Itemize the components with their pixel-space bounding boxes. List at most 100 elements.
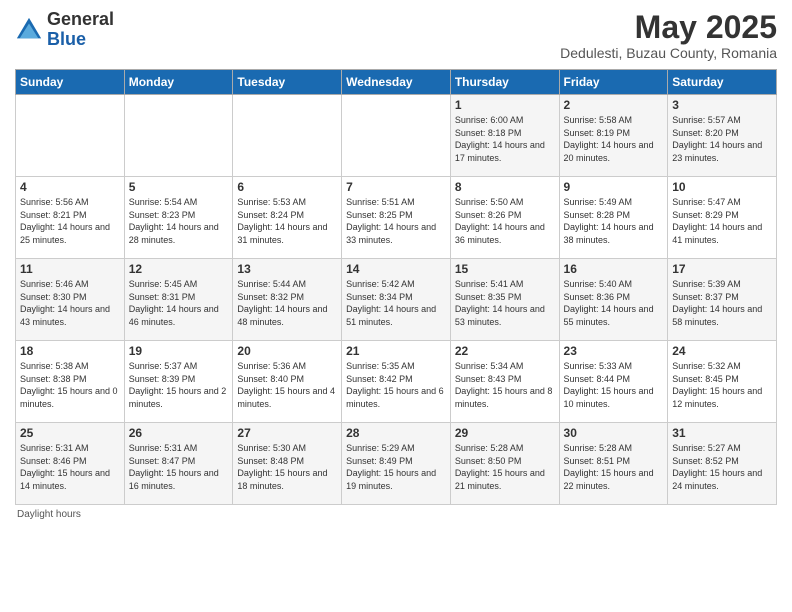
calendar-cell: 28Sunrise: 5:29 AM Sunset: 8:49 PM Dayli…: [342, 423, 451, 505]
calendar-cell: 26 Sunrise: 5:31 AM Sunset: 8:47 PM Dayli…: [124, 423, 233, 505]
day-info: Sunrise: 5:29 AM Sunset: 8:49 PM Dayligh…: [346, 442, 446, 492]
calendar-cell: 29 Sunrise: 5:28 AM Sunset: 8:50 PM Dayli…: [450, 423, 559, 505]
location-subtitle: Dedulesti, Buzau County, Romania: [560, 45, 777, 61]
calendar-cell: [16, 95, 125, 177]
calendar-cell: 4 Sunrise: 5:56 AM Sunset: 8:21 PM Daylig…: [16, 177, 125, 259]
day-number: 14: [346, 262, 446, 276]
calendar-cell: 9Sunrise: 5:49 AM Sunset: 8:28 PM Daylig…: [559, 177, 668, 259]
calendar-cell: 5Sunrise: 5:54 AM Sunset: 8:23 PM Daylig…: [124, 177, 233, 259]
calendar-cell: 31 Sunrise: 5:27 AM Sunset: 8:52 PM Dayli…: [668, 423, 777, 505]
day-info: Sunrise: 5:27 AM Sunset: 8:52 PM Dayligh…: [672, 442, 772, 492]
calendar-cell: 24 Sunrise: 5:32 AM Sunset: 8:45 PM Dayli…: [668, 341, 777, 423]
calendar-cell: 16 Sunrise: 5:40 AM Sunset: 8:36 PM Dayli…: [559, 259, 668, 341]
calendar-cell: 14 Sunrise: 5:42 AM Sunset: 8:34 PM Dayli…: [342, 259, 451, 341]
calendar-cell: 22Sunrise: 5:34 AM Sunset: 8:43 PM Dayli…: [450, 341, 559, 423]
day-header-sunday: Sunday: [16, 70, 125, 95]
calendar-cell: 15 Sunrise: 5:41 AM Sunset: 8:35 PM Dayli…: [450, 259, 559, 341]
day-number: 19: [129, 344, 229, 358]
day-number: 25: [20, 426, 120, 440]
day-info: Sunrise: 5:56 AM Sunset: 8:21 PM Dayligh…: [20, 196, 120, 246]
calendar-cell: 30Sunrise: 5:28 AM Sunset: 8:51 PM Dayli…: [559, 423, 668, 505]
header: General Blue May 2025 Dedulesti, Buzau C…: [15, 10, 777, 61]
day-info: Sunrise: 5:47 AM Sunset: 8:29 PM Dayligh…: [672, 196, 772, 246]
day-info: Sunrise: 5:44 AM Sunset: 8:32 PM Dayligh…: [237, 278, 337, 328]
calendar-cell: 19 Sunrise: 5:37 AM Sunset: 8:39 PM Dayli…: [124, 341, 233, 423]
calendar-cell: [124, 95, 233, 177]
day-header-monday: Monday: [124, 70, 233, 95]
calendar-cell: 7Sunrise: 5:51 AM Sunset: 8:25 PM Daylig…: [342, 177, 451, 259]
week-row-3: 11 Sunrise: 5:46 AM Sunset: 8:30 PM Dayli…: [16, 259, 777, 341]
day-header-wednesday: Wednesday: [342, 70, 451, 95]
day-info: Sunrise: 5:50 AM Sunset: 8:26 PM Dayligh…: [455, 196, 555, 246]
day-header-thursday: Thursday: [450, 70, 559, 95]
day-info: Sunrise: 6:00 AM Sunset: 8:18 PM Dayligh…: [455, 114, 555, 164]
logo: General Blue: [15, 10, 114, 50]
title-block: May 2025 Dedulesti, Buzau County, Romani…: [560, 10, 777, 61]
day-info: Sunrise: 5:45 AM Sunset: 8:31 PM Dayligh…: [129, 278, 229, 328]
calendar-cell: 11 Sunrise: 5:46 AM Sunset: 8:30 PM Dayli…: [16, 259, 125, 341]
day-info: Sunrise: 5:39 AM Sunset: 8:37 PM Dayligh…: [672, 278, 772, 328]
day-header-friday: Friday: [559, 70, 668, 95]
day-number: 6: [237, 180, 337, 194]
day-number: 21: [346, 344, 446, 358]
day-number: 15: [455, 262, 555, 276]
day-number: 1: [455, 98, 555, 112]
calendar-cell: 23Sunrise: 5:33 AM Sunset: 8:44 PM Dayli…: [559, 341, 668, 423]
calendar-cell: 1 Sunrise: 6:00 AM Sunset: 8:18 PM Daylig…: [450, 95, 559, 177]
day-info: Sunrise: 5:28 AM Sunset: 8:50 PM Dayligh…: [455, 442, 555, 492]
day-header-tuesday: Tuesday: [233, 70, 342, 95]
logo-general-text: General: [47, 9, 114, 29]
day-number: 31: [672, 426, 772, 440]
day-info: Sunrise: 5:34 AM Sunset: 8:43 PM Dayligh…: [455, 360, 555, 410]
day-info: Sunrise: 5:51 AM Sunset: 8:25 PM Dayligh…: [346, 196, 446, 246]
calendar-cell: 27Sunrise: 5:30 AM Sunset: 8:48 PM Dayli…: [233, 423, 342, 505]
calendar-table: SundayMondayTuesdayWednesdayThursdayFrid…: [15, 69, 777, 505]
day-info: Sunrise: 5:42 AM Sunset: 8:34 PM Dayligh…: [346, 278, 446, 328]
week-row-5: 25Sunrise: 5:31 AM Sunset: 8:46 PM Dayli…: [16, 423, 777, 505]
day-info: Sunrise: 5:58 AM Sunset: 8:19 PM Dayligh…: [564, 114, 664, 164]
week-row-2: 4 Sunrise: 5:56 AM Sunset: 8:21 PM Daylig…: [16, 177, 777, 259]
calendar-cell: 21 Sunrise: 5:35 AM Sunset: 8:42 PM Dayli…: [342, 341, 451, 423]
calendar-cell: 12 Sunrise: 5:45 AM Sunset: 8:31 PM Dayli…: [124, 259, 233, 341]
day-info: Sunrise: 5:54 AM Sunset: 8:23 PM Dayligh…: [129, 196, 229, 246]
day-info: Sunrise: 5:33 AM Sunset: 8:44 PM Dayligh…: [564, 360, 664, 410]
logo-blue-text: Blue: [47, 29, 86, 49]
calendar-cell: 3 Sunrise: 5:57 AM Sunset: 8:20 PM Daylig…: [668, 95, 777, 177]
day-info: Sunrise: 5:32 AM Sunset: 8:45 PM Dayligh…: [672, 360, 772, 410]
day-info: Sunrise: 5:49 AM Sunset: 8:28 PM Dayligh…: [564, 196, 664, 246]
day-number: 13: [237, 262, 337, 276]
day-number: 24: [672, 344, 772, 358]
calendar-cell: 17 Sunrise: 5:39 AM Sunset: 8:37 PM Dayli…: [668, 259, 777, 341]
day-number: 26: [129, 426, 229, 440]
day-info: Sunrise: 5:46 AM Sunset: 8:30 PM Dayligh…: [20, 278, 120, 328]
month-title: May 2025: [560, 10, 777, 45]
calendar-cell: 2 Sunrise: 5:58 AM Sunset: 8:19 PM Daylig…: [559, 95, 668, 177]
logo-text: General Blue: [47, 10, 114, 50]
calendar-cell: 6 Sunrise: 5:53 AM Sunset: 8:24 PM Daylig…: [233, 177, 342, 259]
day-info: Sunrise: 5:37 AM Sunset: 8:39 PM Dayligh…: [129, 360, 229, 410]
day-info: Sunrise: 5:38 AM Sunset: 8:38 PM Dayligh…: [20, 360, 120, 410]
day-number: 29: [455, 426, 555, 440]
day-number: 17: [672, 262, 772, 276]
calendar-cell: 25Sunrise: 5:31 AM Sunset: 8:46 PM Dayli…: [16, 423, 125, 505]
calendar-cell: [233, 95, 342, 177]
day-info: Sunrise: 5:53 AM Sunset: 8:24 PM Dayligh…: [237, 196, 337, 246]
day-number: 2: [564, 98, 664, 112]
day-info: Sunrise: 5:41 AM Sunset: 8:35 PM Dayligh…: [455, 278, 555, 328]
day-number: 12: [129, 262, 229, 276]
day-number: 4: [20, 180, 120, 194]
day-number: 3: [672, 98, 772, 112]
calendar-cell: 10Sunrise: 5:47 AM Sunset: 8:29 PM Dayli…: [668, 177, 777, 259]
day-info: Sunrise: 5:35 AM Sunset: 8:42 PM Dayligh…: [346, 360, 446, 410]
day-info: Sunrise: 5:28 AM Sunset: 8:51 PM Dayligh…: [564, 442, 664, 492]
calendar-cell: 13 Sunrise: 5:44 AM Sunset: 8:32 PM Dayli…: [233, 259, 342, 341]
day-info: Sunrise: 5:40 AM Sunset: 8:36 PM Dayligh…: [564, 278, 664, 328]
calendar-cell: [342, 95, 451, 177]
day-info: Sunrise: 5:57 AM Sunset: 8:20 PM Dayligh…: [672, 114, 772, 164]
day-info: Sunrise: 5:31 AM Sunset: 8:47 PM Dayligh…: [129, 442, 229, 492]
day-info: Sunrise: 5:36 AM Sunset: 8:40 PM Dayligh…: [237, 360, 337, 410]
day-number: 18: [20, 344, 120, 358]
day-number: 11: [20, 262, 120, 276]
day-number: 16: [564, 262, 664, 276]
daylight-note: Daylight hours: [17, 509, 81, 520]
